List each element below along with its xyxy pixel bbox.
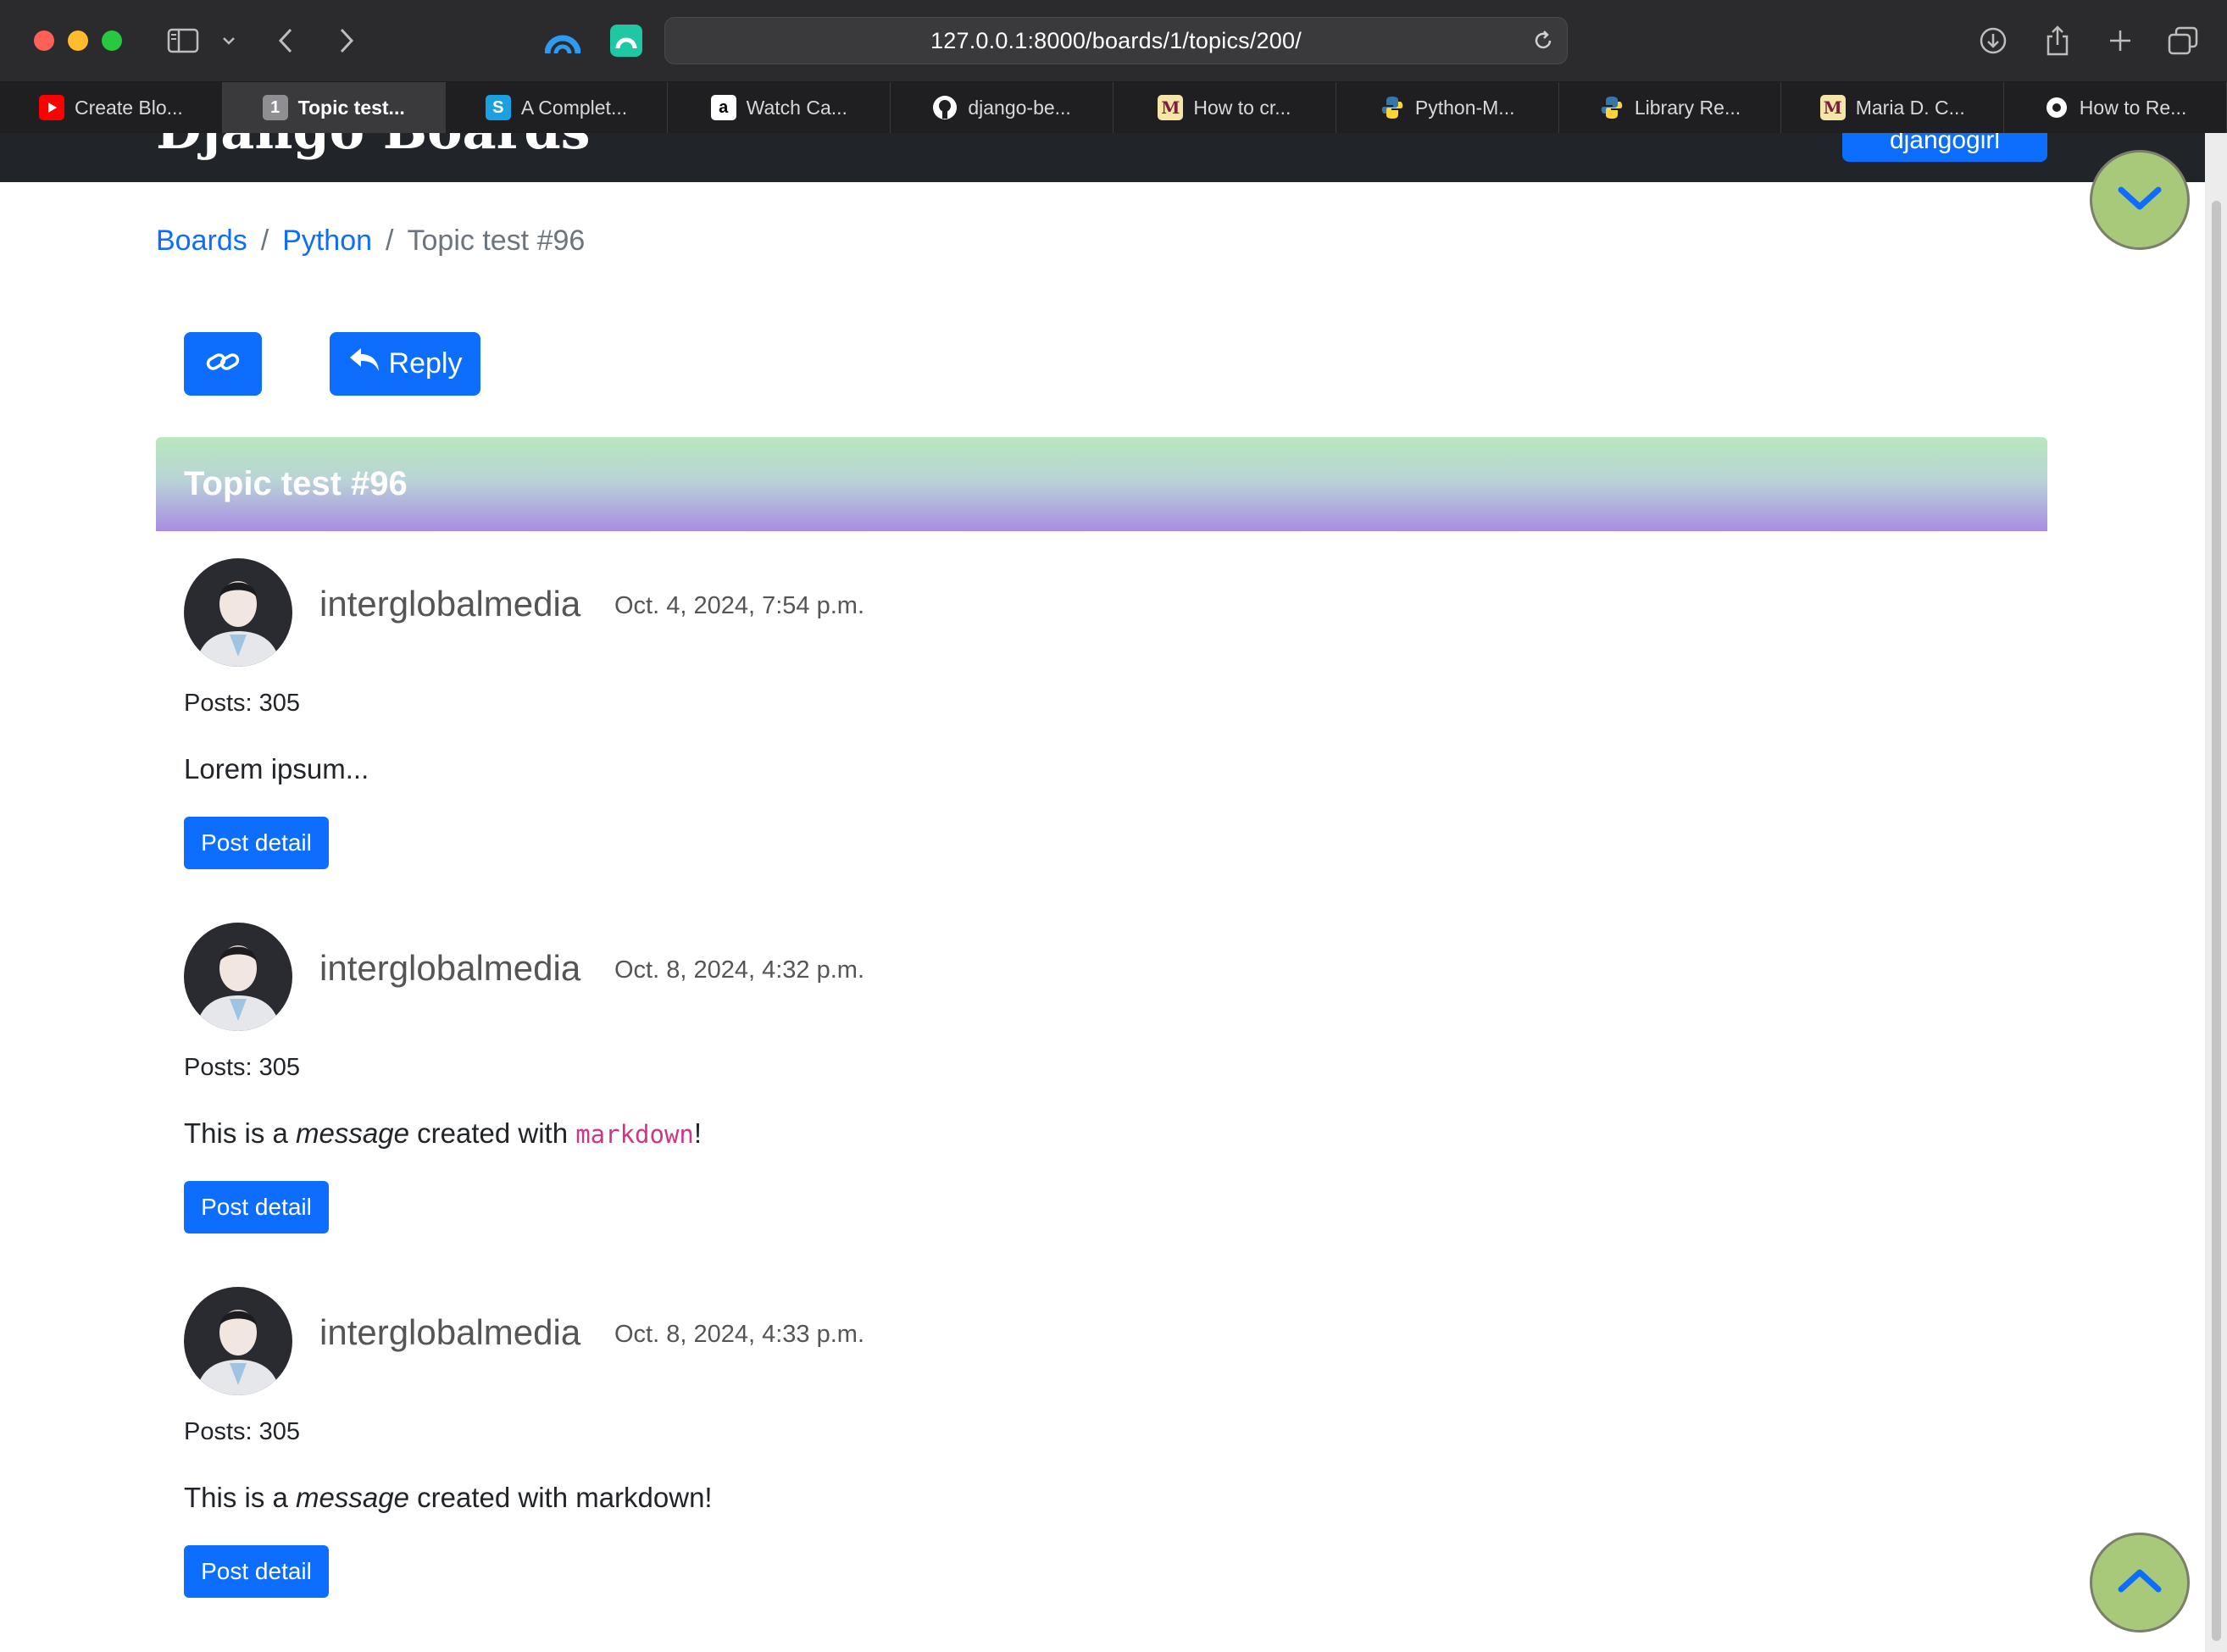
tab-maria-d-c[interactable]: M Maria D. C... [1781, 82, 2005, 133]
zoom-window-button[interactable] [102, 30, 122, 51]
post-card: interglobalmedia Oct. 8, 2024, 4:33 p.m.… [184, 1287, 1201, 1626]
tab-topic-test[interactable]: 1 Topic test... [222, 82, 446, 133]
link-icon [206, 350, 240, 378]
post-message: Lorem ipsum... [184, 753, 369, 784]
medium-m-icon: M [1158, 95, 1184, 120]
avatar[interactable] [184, 923, 292, 1031]
post-date: Oct. 8, 2024, 4:33 p.m. [614, 1321, 864, 1348]
reply-button[interactable]: Reply [330, 332, 480, 396]
post-card: interglobalmedia Oct. 4, 2024, 7:54 p.m.… [184, 558, 1201, 897]
tab-label: Watch Ca... [746, 96, 847, 119]
reply-arrow-icon [348, 346, 380, 381]
browser-toolbar: 127.0.0.1:8000/boards/1/topics/200/ [0, 0, 2227, 82]
breadcrumb: Boards / Python / Topic test #96 [156, 225, 585, 258]
message-text: created with markdown! [408, 1482, 713, 1513]
number-one-icon: 1 [262, 95, 288, 120]
message-emphasis: message [296, 1482, 409, 1513]
reply-label: Reply [388, 347, 463, 380]
scrollbar-thumb[interactable] [2212, 201, 2221, 1641]
topic-title-header: Topic test #96 [156, 437, 2047, 531]
github-icon [932, 95, 958, 120]
message-text: created with [408, 1117, 576, 1149]
tab-overview-icon[interactable] [2166, 20, 2200, 61]
new-tab-plus-icon[interactable] [2103, 20, 2137, 61]
tab-label: Topic test... [297, 96, 405, 119]
sidebar-toggle-icon[interactable] [164, 20, 202, 61]
tab-watch-ca[interactable]: a Watch Ca... [668, 82, 891, 133]
puzzle-icon [2044, 95, 2069, 120]
post-message: This is a message created with markdown! [184, 1482, 713, 1514]
python-icon [1380, 95, 1405, 120]
page-scrollbar[interactable] [2205, 133, 2227, 1652]
tab-label: How to Re... [2079, 96, 2187, 119]
tab-a-complete[interactable]: S A Complet... [446, 82, 669, 133]
minimize-window-button[interactable] [68, 30, 88, 51]
tab-how-to-re[interactable]: How to Re... [2004, 82, 2227, 133]
amazon-icon: a [710, 95, 736, 120]
tab-library-re[interactable]: Library Re... [1559, 82, 1782, 133]
back-icon[interactable] [273, 20, 298, 61]
tab-label: Python-M... [1414, 96, 1515, 119]
permalink-button[interactable] [184, 332, 262, 396]
tab-django-be[interactable]: django-be... [891, 82, 1114, 133]
post-username[interactable]: interglobalmedia [319, 1312, 580, 1353]
message-text: ! [693, 1117, 703, 1149]
scroll-up-button[interactable] [2090, 1533, 2190, 1633]
post-message: This is a message created with markdown! [184, 1117, 702, 1150]
site-navbar: Django Boards djangogirl [0, 133, 2205, 182]
breadcrumb-separator: / [260, 225, 269, 257]
post-card: interglobalmedia Oct. 8, 2024, 4:32 p.m.… [184, 923, 1201, 1261]
tab-label: How to cr... [1193, 96, 1291, 119]
scroll-down-button[interactable] [2090, 150, 2190, 250]
extension-teal-icon[interactable] [608, 20, 644, 61]
reload-icon[interactable] [1531, 29, 1555, 58]
avatar[interactable] [184, 1287, 292, 1395]
user-menu-button[interactable]: djangogirl [1842, 133, 2047, 162]
breadcrumb-board-link[interactable]: Python [282, 225, 372, 258]
python-icon [1599, 95, 1624, 120]
forward-icon[interactable] [334, 20, 359, 61]
post-username[interactable]: interglobalmedia [319, 948, 580, 989]
message-text: This is a [184, 1482, 297, 1513]
close-window-button[interactable] [34, 30, 54, 51]
tab-label: Library Re... [1634, 96, 1741, 119]
breadcrumb-boards-link[interactable]: Boards [156, 225, 247, 258]
share-icon[interactable] [2041, 20, 2074, 61]
tab-label: Maria D. C... [1855, 96, 1965, 119]
post-username[interactable]: interglobalmedia [319, 584, 580, 624]
post-date: Oct. 4, 2024, 7:54 p.m. [614, 592, 864, 619]
breadcrumb-current: Topic test #96 [407, 225, 586, 257]
breadcrumb-separator: / [386, 225, 394, 257]
chevron-down-icon [2116, 183, 2163, 218]
post-detail-button[interactable]: Post detail [184, 817, 329, 869]
tab-label: Create Blo... [74, 96, 183, 119]
download-icon[interactable] [1976, 20, 2010, 61]
topic-title: Topic test #96 [184, 465, 408, 502]
post-count: Posts: 305 [184, 690, 301, 717]
message-code: markdown [575, 1120, 694, 1149]
medium-m-icon: M [1819, 95, 1846, 120]
post-count: Posts: 305 [184, 1054, 301, 1081]
message-text: This is a [184, 1117, 297, 1149]
chevron-down-icon[interactable] [219, 20, 239, 61]
url-text: 127.0.0.1:8000/boards/1/topics/200/ [930, 27, 1302, 53]
tab-label: django-be... [968, 96, 1071, 119]
tab-bar: Create Blo... 1 Topic test... S A Comple… [0, 82, 2227, 133]
post-detail-button[interactable]: Post detail [184, 1545, 329, 1598]
post-detail-button[interactable]: Post detail [184, 1181, 329, 1233]
tab-how-to-cr[interactable]: M How to cr... [1114, 82, 1336, 133]
post-count: Posts: 305 [184, 1418, 301, 1445]
s-letter-icon: S [485, 95, 511, 120]
youtube-icon [38, 95, 64, 120]
extension-arc-icon[interactable] [544, 20, 581, 61]
avatar[interactable] [184, 558, 292, 667]
tab-python-m[interactable]: Python-M... [1336, 82, 1559, 133]
message-emphasis: message [296, 1117, 409, 1149]
chevron-up-icon [2116, 1566, 2163, 1600]
site-brand[interactable]: Django Boards [156, 133, 591, 161]
address-bar[interactable]: 127.0.0.1:8000/boards/1/topics/200/ [664, 17, 1568, 64]
post-date: Oct. 8, 2024, 4:32 p.m. [614, 956, 864, 984]
tab-create-blog[interactable]: Create Blo... [0, 82, 223, 133]
tab-label: A Complet... [520, 96, 628, 119]
